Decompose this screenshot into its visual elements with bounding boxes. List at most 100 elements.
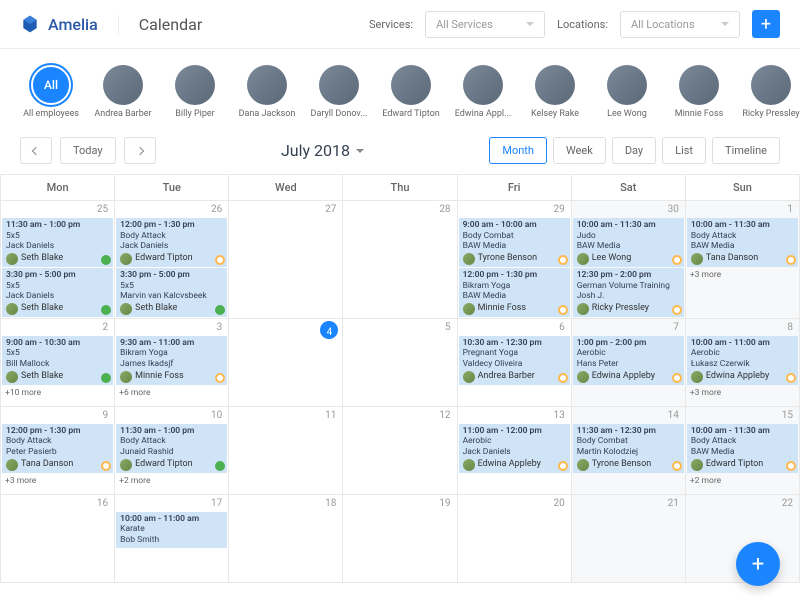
calendar-day[interactable]: 4 [229, 318, 343, 406]
appointment[interactable]: 12:00 pm - 1:30 pmBikram YogaBAW MediaMi… [459, 268, 570, 317]
appointment-time: 11:30 am - 12:30 pm [577, 426, 680, 437]
view-month[interactable]: Month [489, 137, 547, 164]
calendar-day[interactable]: 27 [229, 201, 343, 319]
more-link[interactable]: +2 more [686, 474, 799, 488]
calendar-day[interactable]: 1311:00 am - 12:00 pmAerobicJack Daniels… [457, 406, 571, 494]
employee-filter[interactable]: Minnie Foss [668, 65, 730, 119]
appointment[interactable]: 11:30 am - 1:00 pm5x5Jack DanielsSeth Bl… [2, 218, 113, 267]
appointment-service: Body Combat [463, 231, 566, 242]
calendar-day[interactable]: 3010:00 am - 11:30 amJudoBAW MediaLee Wo… [571, 201, 685, 319]
appointment[interactable]: 10:00 am - 11:00 amKarateBob Smith [116, 512, 227, 548]
calendar-day[interactable]: 299:00 am - 10:00 amBody CombatBAW Media… [457, 201, 571, 319]
employee-filter[interactable]: Ricky Pressley [740, 65, 800, 119]
appointment[interactable]: 11:30 am - 12:30 pmBody CombatMartin Kol… [573, 424, 684, 473]
appointment-employee: Andrea Barber [463, 371, 566, 383]
day-number: 4 [320, 321, 338, 339]
employee-filter[interactable]: Edward Tipton [380, 65, 442, 119]
today-button[interactable]: Today [60, 137, 116, 164]
calendar-day[interactable]: 610:30 am - 12:30 pmPregnant YogaValdecy… [457, 318, 571, 406]
appointment[interactable]: 11:00 am - 12:00 pmAerobicJack DanielsEd… [459, 424, 570, 473]
employee-filter[interactable]: Andrea Barber [92, 65, 154, 119]
calendar-day[interactable]: 19 [343, 494, 457, 582]
appointment[interactable]: 3:30 pm - 5:00 pm5x5Marvin van Kalcvsbee… [116, 268, 227, 317]
day-number: 21 [572, 495, 685, 512]
chevron-down-icon [356, 149, 364, 153]
more-link[interactable]: +3 more [1, 474, 114, 488]
calendar-day[interactable]: 1510:00 am - 11:30 amBody AttackBAW Medi… [685, 406, 799, 494]
appointment[interactable]: 9:00 am - 10:00 amBody CombatBAW MediaTy… [459, 218, 570, 267]
calendar-day[interactable]: 29:00 am - 10:30 am5x5Bill MallockSeth B… [1, 318, 115, 406]
appointment[interactable]: 3:30 pm - 5:00 pm5x5Jack DanielsSeth Bla… [2, 268, 113, 317]
appointment[interactable]: 12:00 pm - 1:30 pmBody AttackJack Daniel… [116, 218, 227, 267]
employee-filter[interactable]: Edwina Appl... [452, 65, 514, 119]
appointment-service: Pregnant Yoga [463, 348, 566, 359]
appointment-client: BAW Media [577, 241, 680, 252]
day-number: 19 [343, 495, 456, 512]
view-list[interactable]: List [662, 137, 706, 164]
appointment-time: 1:00 pm - 2:00 pm [577, 338, 680, 349]
appointment[interactable]: 9:30 am - 11:00 amBikram YogaJames Ikads… [116, 336, 227, 385]
view-week[interactable]: Week [553, 137, 606, 164]
appointment[interactable]: 10:00 am - 11:00 amAerobicŁukasz Czerwik… [687, 336, 798, 385]
day-number: 13 [458, 407, 571, 424]
appointment[interactable]: 12:00 pm - 1:30 pmBody AttackPeter Pasie… [2, 424, 113, 473]
more-link[interactable]: +2 more [115, 474, 228, 488]
calendar-day[interactable]: 39:30 am - 11:00 amBikram YogaJames Ikad… [115, 318, 229, 406]
calendar-day[interactable]: 2612:00 pm - 1:30 pmBody AttackJack Dani… [115, 201, 229, 319]
calendar-day[interactable]: 5 [343, 318, 457, 406]
fab-add-button[interactable]: + [736, 542, 780, 586]
more-link[interactable]: +3 more [686, 386, 799, 400]
more-link[interactable]: +10 more [1, 386, 114, 400]
appointment[interactable]: 10:00 am - 11:30 amJudoBAW MediaLee Wong [573, 218, 684, 267]
appointment[interactable]: 1:00 pm - 2:00 pmAerobicHans PeterEdwina… [573, 336, 684, 385]
employee-filter[interactable]: AllAll employees [20, 65, 82, 119]
appointment-client: Jack Daniels [6, 241, 109, 252]
appointment-client: Bob Smith [120, 535, 223, 546]
appointment[interactable]: 12:30 pm - 2:00 pmGerman Volume Training… [573, 268, 684, 317]
appointment[interactable]: 11:30 am - 1:00 pmBody AttackJunaid Rash… [116, 424, 227, 473]
status-pending-icon [101, 461, 111, 471]
next-button[interactable] [124, 137, 156, 164]
calendar-day[interactable]: 18 [229, 494, 343, 582]
prev-button[interactable] [20, 137, 52, 164]
employee-filter[interactable]: Lee Wong [596, 65, 658, 119]
appointment[interactable]: 10:00 am - 11:30 amBody AttackBAW MediaE… [687, 424, 798, 473]
calendar-day[interactable]: 71:00 pm - 2:00 pmAerobicHans PeterEdwin… [571, 318, 685, 406]
view-day[interactable]: Day [612, 137, 656, 164]
employee-filter[interactable]: Billy Piper [164, 65, 226, 119]
add-button[interactable]: + [752, 10, 780, 38]
services-select[interactable]: All Services [425, 11, 545, 38]
calendar-day[interactable]: 21 [571, 494, 685, 582]
calendar-day[interactable]: 20 [457, 494, 571, 582]
calendar-day[interactable]: 2511:30 am - 1:00 pm5x5Jack DanielsSeth … [1, 201, 115, 319]
employee-avatar [463, 65, 503, 105]
appointment-service: Aerobic [691, 348, 794, 359]
employee-filter[interactable]: Dana Jackson [236, 65, 298, 119]
calendar-day[interactable]: 12 [343, 406, 457, 494]
calendar-day[interactable]: 912:00 pm - 1:30 pmBody AttackPeter Pasi… [1, 406, 115, 494]
calendar-day[interactable]: 16 [1, 494, 115, 582]
employee-filter[interactable]: Daryll Donov... [308, 65, 370, 119]
calendar-day[interactable]: 1710:00 am - 11:00 amKarateBob Smith [115, 494, 229, 582]
appointment-time: 10:00 am - 11:30 am [691, 220, 794, 231]
employee-name: Andrea Barber [94, 109, 151, 119]
appointment[interactable]: 10:30 am - 12:30 pmPregnant YogaValdecy … [459, 336, 570, 385]
calendar-day[interactable]: 28 [343, 201, 457, 319]
calendar-day[interactable]: 110:00 am - 11:30 amBody AttackBAW Media… [685, 201, 799, 319]
calendar-day[interactable]: 1411:30 am - 12:30 pmBody CombatMartin K… [571, 406, 685, 494]
status-pending-icon [786, 461, 796, 471]
appointment[interactable]: 9:00 am - 10:30 am5x5Bill MallockSeth Bl… [2, 336, 113, 385]
appointment-service: Bikram Yoga [463, 281, 566, 292]
view-timeline[interactable]: Timeline [712, 137, 780, 164]
locations-select[interactable]: All Locations [620, 11, 740, 38]
calendar-day[interactable]: 810:00 am - 11:00 amAerobicŁukasz Czerwi… [685, 318, 799, 406]
more-link[interactable]: +6 more [115, 386, 228, 400]
calendar-day[interactable]: 1011:30 am - 1:00 pmBody AttackJunaid Ra… [115, 406, 229, 494]
logo: Amelia [20, 14, 98, 34]
month-title[interactable]: July 2018 [281, 141, 364, 160]
appointment[interactable]: 10:00 am - 11:30 amBody AttackBAW MediaT… [687, 218, 798, 267]
appointment-employee: Edward Tipton [120, 253, 223, 265]
more-link[interactable]: +3 more [686, 268, 799, 282]
calendar-day[interactable]: 11 [229, 406, 343, 494]
employee-filter[interactable]: Kelsey Rake [524, 65, 586, 119]
